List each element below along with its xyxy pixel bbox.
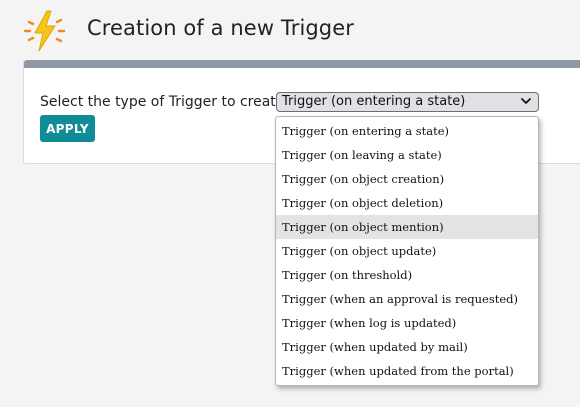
page: Creation of a new Trigger Select the typ… xyxy=(0,0,580,407)
dropdown-option[interactable]: Trigger (when an approval is requested) xyxy=(276,287,538,311)
dropdown-option[interactable]: Trigger (when log is updated) xyxy=(276,311,538,335)
dropdown-option[interactable]: Trigger (on entering a state) xyxy=(276,119,538,143)
dropdown-option[interactable]: Trigger (on object deletion) xyxy=(276,191,538,215)
dropdown-option[interactable]: Trigger (when updated from the portal) xyxy=(276,359,538,383)
dropdown-option[interactable]: Trigger (on leaving a state) xyxy=(276,143,538,167)
dropdown-option[interactable]: Trigger (on object mention) xyxy=(276,215,538,239)
trigger-type-select[interactable]: Trigger (on entering a state) xyxy=(276,92,539,112)
page-title: Creation of a new Trigger xyxy=(87,16,354,40)
panel-header-bar xyxy=(24,60,580,68)
dropdown-option[interactable]: Trigger (on threshold) xyxy=(276,263,538,287)
dropdown-option[interactable]: Trigger (on object creation) xyxy=(276,167,538,191)
dropdown-option-list: Trigger (on entering a state) Trigger (on… xyxy=(276,119,538,383)
chevron-down-icon xyxy=(520,94,532,108)
page-header: Creation of a new Trigger xyxy=(0,0,580,62)
lightning-bolt-icon xyxy=(20,8,70,54)
trigger-type-dropdown: Trigger (on entering a state) Trigger (on… xyxy=(275,116,539,386)
apply-button[interactable]: APPLY xyxy=(40,115,95,142)
dropdown-option[interactable]: Trigger (when updated by mail) xyxy=(276,335,538,359)
trigger-type-selected-value: Trigger (on entering a state) xyxy=(282,94,466,109)
dropdown-option[interactable]: Trigger (on object update) xyxy=(276,239,538,263)
trigger-type-label: Select the type of Trigger to create: xyxy=(40,94,290,110)
